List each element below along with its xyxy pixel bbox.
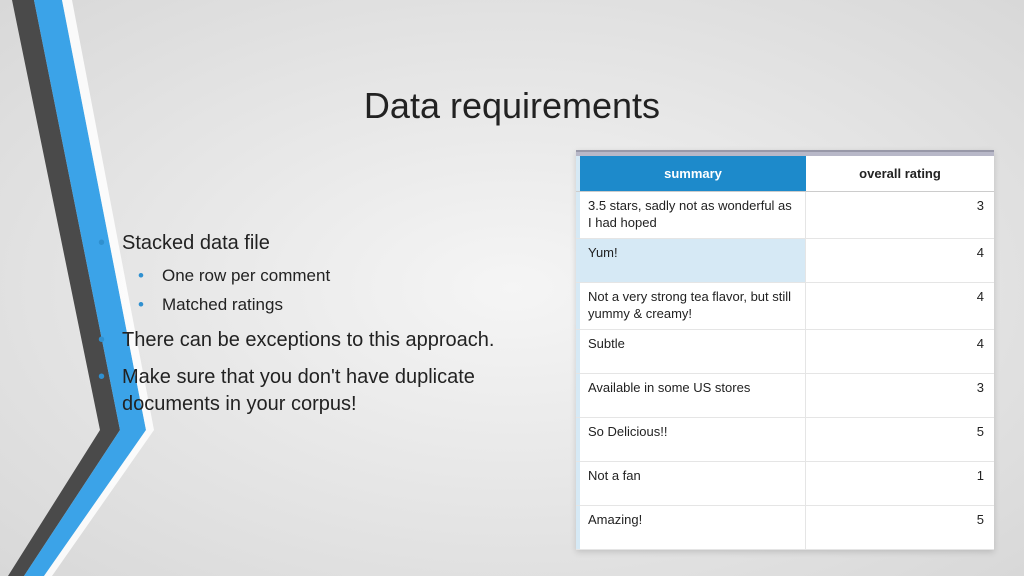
table-row: 3.5 stars, sadly not as wonderful as I h… — [576, 192, 994, 239]
table-row: Yum!4 — [576, 239, 994, 283]
table-body: 3.5 stars, sadly not as wonderful as I h… — [576, 192, 994, 550]
cell-rating: 4 — [806, 330, 994, 373]
sub-bullet-item: Matched ratings — [138, 294, 558, 317]
bullet-item: There can be exceptions to this approach… — [98, 327, 558, 354]
cell-summary: Amazing! — [576, 506, 806, 549]
table-row: Amazing!5 — [576, 506, 994, 550]
cell-summary: 3.5 stars, sadly not as wonderful as I h… — [576, 192, 806, 238]
bullet-text: Matched ratings — [162, 295, 283, 314]
table-row: So Delicious!!5 — [576, 418, 994, 462]
sub-bullet-item: One row per comment — [138, 265, 558, 288]
data-table: summary overall rating 3.5 stars, sadly … — [576, 150, 994, 550]
table-row: Available in some US stores3 — [576, 374, 994, 418]
cell-summary: Available in some US stores — [576, 374, 806, 417]
table-header-row: summary overall rating — [576, 156, 994, 192]
cell-summary: Not a fan — [576, 462, 806, 505]
cell-summary: Not a very strong tea flavor, but still … — [576, 283, 806, 329]
cell-summary: So Delicious!! — [576, 418, 806, 461]
bullet-text: Stacked data file — [122, 232, 270, 254]
table-row: Not a fan1 — [576, 462, 994, 506]
bullet-content: Stacked data file One row per comment Ma… — [98, 230, 558, 428]
bullet-text: One row per comment — [162, 266, 330, 285]
cell-rating: 4 — [806, 283, 994, 329]
cell-rating: 5 — [806, 418, 994, 461]
cell-rating: 3 — [806, 374, 994, 417]
column-header-summary: summary — [576, 156, 806, 191]
slide-title: Data requirements — [0, 85, 1024, 127]
cell-rating: 3 — [806, 192, 994, 238]
bullet-text: Make sure that you don't have duplicate … — [122, 366, 475, 415]
cell-rating: 5 — [806, 506, 994, 549]
cell-rating: 4 — [806, 239, 994, 282]
bullet-item: Stacked data file One row per comment Ma… — [98, 230, 558, 317]
table-row: Not a very strong tea flavor, but still … — [576, 283, 994, 330]
cell-summary: Subtle — [576, 330, 806, 373]
cell-rating: 1 — [806, 462, 994, 505]
cell-summary: Yum! — [576, 239, 806, 282]
column-header-rating: overall rating — [806, 156, 994, 191]
table-row: Subtle4 — [576, 330, 994, 374]
bullet-item: Make sure that you don't have duplicate … — [98, 364, 558, 418]
bullet-text: There can be exceptions to this approach… — [122, 329, 494, 351]
